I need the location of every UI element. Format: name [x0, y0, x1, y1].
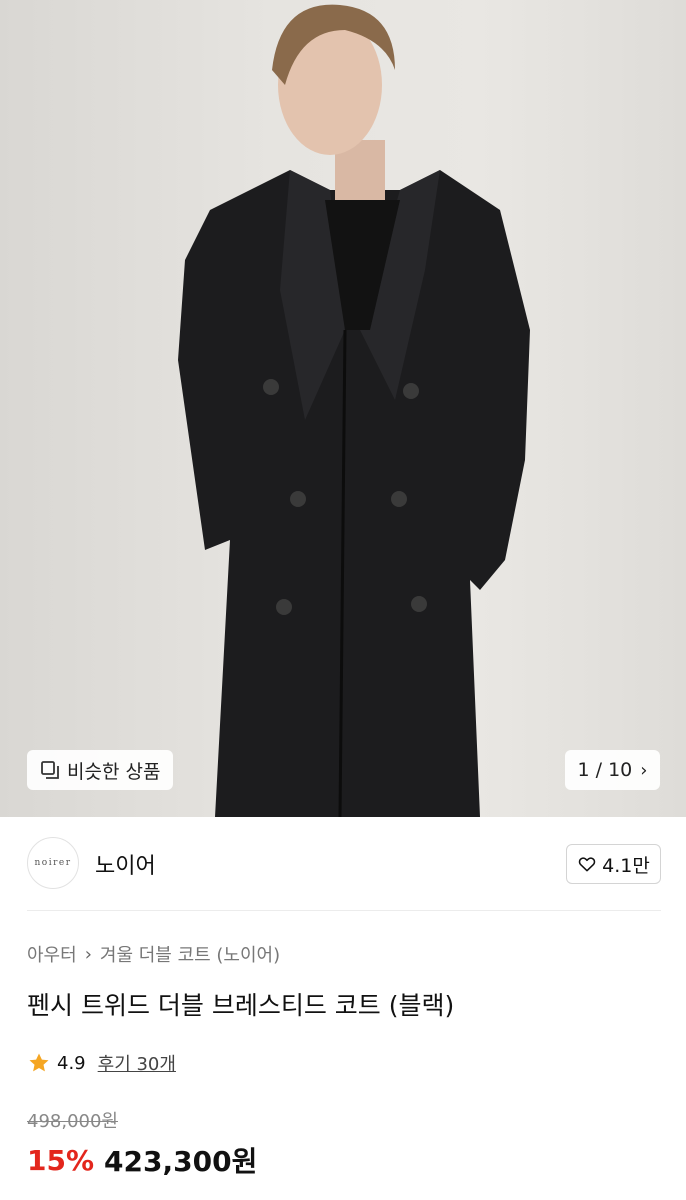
like-count: 4.1만 [602, 854, 650, 877]
image-pager-count: 1 / 10 [577, 759, 633, 781]
product-image-carousel[interactable]: 비슷한 상품 1 / 10 › [0, 0, 686, 817]
chevron-right-icon: › [640, 759, 648, 781]
brand-row: noirer 노이어 4.1만 [0, 817, 686, 911]
reviews-link[interactable]: 후기 30개 [98, 1050, 176, 1076]
like-button[interactable]: 4.1만 [566, 844, 661, 884]
rating-score: 4.9 [57, 1052, 86, 1074]
brand-logo-text: noirer [34, 858, 72, 868]
breadcrumb-category[interactable]: 아우터 [27, 941, 77, 967]
product-title: 펜시 트위드 더블 브레스티드 코트 (블랙) [27, 991, 455, 1020]
sale-price: 423,300원 [104, 1145, 258, 1178]
rating-row: 4.9 후기 30개 [27, 1050, 176, 1076]
star-icon [29, 1053, 49, 1072]
divider [27, 910, 661, 911]
similar-products-icon [41, 761, 59, 779]
similar-products-button[interactable]: 비슷한 상품 [27, 750, 174, 790]
original-price: 498,000원 [27, 1111, 118, 1132]
discount-rate: 15% [27, 1143, 95, 1177]
breadcrumb: 아우터 › 겨울 더블 코트 (노이어) [27, 941, 280, 967]
image-pager-button[interactable]: 1 / 10 › [565, 750, 660, 790]
brand-logo[interactable]: noirer [27, 837, 79, 889]
breadcrumb-subcategory[interactable]: 겨울 더블 코트 (노이어) [100, 941, 280, 967]
similar-products-label: 비슷한 상품 [67, 760, 161, 783]
heart-icon [578, 857, 596, 872]
product-photo [178, 4, 530, 817]
brand-name[interactable]: 노이어 [95, 848, 156, 880]
sale-price-row: 15% 423,300원 [27, 1140, 257, 1180]
chevron-right-icon: › [84, 943, 92, 965]
